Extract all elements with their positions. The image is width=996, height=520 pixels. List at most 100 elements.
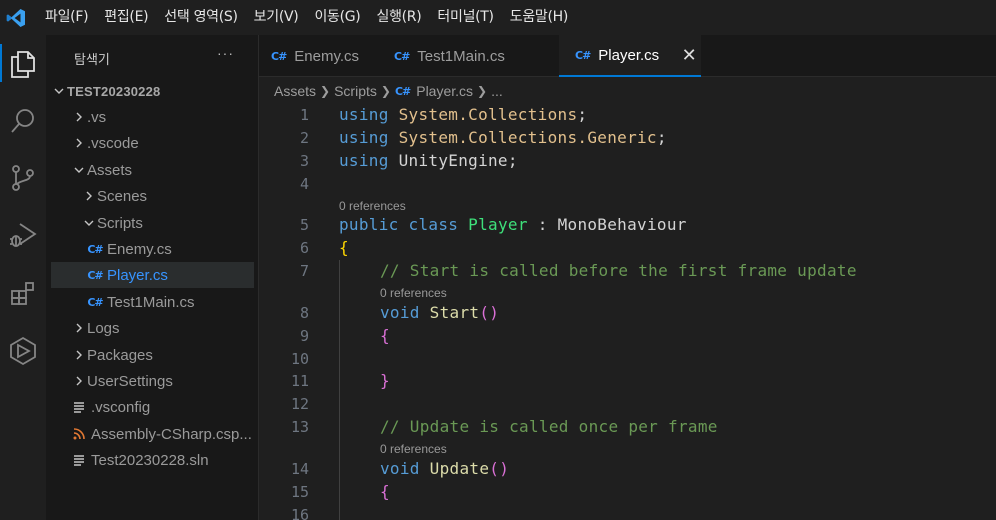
menu-terminal[interactable]: 터미널(T) bbox=[429, 0, 501, 35]
tree-label: .vs bbox=[87, 108, 107, 126]
indent-guide bbox=[339, 260, 340, 520]
tree-file-vsconfig[interactable]: .vsconfig bbox=[51, 394, 254, 420]
run-debug-icon[interactable] bbox=[5, 217, 41, 253]
close-icon[interactable]: ✕ bbox=[679, 45, 699, 66]
codelens-references[interactable]: 0 references bbox=[380, 442, 447, 456]
csharp-file-icon: C# bbox=[575, 48, 591, 62]
chevron-right-icon bbox=[71, 373, 87, 389]
keyword: using bbox=[339, 151, 389, 170]
source-control-icon[interactable] bbox=[5, 160, 41, 196]
code-line: { bbox=[380, 326, 390, 345]
csharp-file-icon: C# bbox=[271, 49, 287, 63]
chevron-down-icon bbox=[81, 215, 97, 231]
tree-file-sln[interactable]: Test20230228.sln bbox=[51, 447, 254, 473]
explorer-icon[interactable] bbox=[5, 46, 41, 82]
keyword: class bbox=[408, 215, 459, 234]
rss-file-icon bbox=[71, 426, 87, 442]
extensions-icon[interactable] bbox=[5, 274, 41, 310]
tree-folder-logs[interactable]: Logs bbox=[51, 315, 254, 341]
tree-folder-packages[interactable]: Packages bbox=[51, 342, 254, 368]
tree-file-test1main[interactable]: C# Test1Main.cs bbox=[51, 289, 254, 315]
code-line: { bbox=[339, 238, 349, 257]
code-line: void Update() bbox=[380, 459, 509, 478]
tree-folder-vscode[interactable]: .vscode bbox=[51, 130, 254, 156]
punctuation: ; bbox=[507, 151, 518, 170]
function-name: Start bbox=[429, 303, 480, 322]
chevron-right-icon bbox=[71, 109, 87, 125]
line-number: 14 bbox=[290, 460, 309, 478]
menu-bar: 파일(F) 편집(E) 선택 영역(S) 보기(V) 이동(G) 실행(R) 터… bbox=[0, 0, 996, 35]
chevron-right-icon: ❯ bbox=[477, 84, 488, 98]
breadcrumb-item[interactable]: Scripts bbox=[334, 83, 377, 99]
line-number: 5 bbox=[299, 216, 309, 234]
class-name: Player bbox=[468, 215, 528, 234]
tree-folder-usersettings[interactable]: UserSettings bbox=[51, 368, 254, 394]
chevron-right-icon bbox=[71, 320, 87, 336]
line-number: 8 bbox=[299, 304, 309, 322]
tree-label: UserSettings bbox=[87, 372, 173, 390]
base-class: MonoBehaviour bbox=[557, 215, 687, 234]
line-number: 9 bbox=[299, 327, 309, 345]
line-number: 11 bbox=[290, 372, 309, 390]
breadcrumb-item[interactable]: Assets bbox=[274, 83, 316, 99]
menu-edit[interactable]: 편집(E) bbox=[96, 0, 156, 35]
line-number: 12 bbox=[290, 395, 309, 413]
menu-help[interactable]: 도움말(H) bbox=[502, 0, 576, 35]
namespace: System.Collections bbox=[398, 105, 578, 124]
code-comment: // Update is called once per frame bbox=[380, 417, 718, 436]
menu-go[interactable]: 이동(G) bbox=[306, 0, 368, 35]
csharp-file-icon: C# bbox=[394, 49, 410, 63]
tree-label: Test1Main.cs bbox=[107, 293, 195, 311]
csharp-file-icon: C# bbox=[394, 84, 411, 98]
text-file-icon bbox=[71, 452, 87, 468]
tree-label: .vsconfig bbox=[91, 398, 151, 416]
breadcrumb-item[interactable]: Player.cs bbox=[416, 83, 473, 99]
codelens-references[interactable]: 0 references bbox=[339, 199, 406, 213]
chevron-right-icon bbox=[81, 188, 97, 204]
tree-folder-assets[interactable]: Assets bbox=[51, 157, 254, 183]
remote-icon[interactable] bbox=[5, 333, 41, 369]
breadcrumb: Assets ❯ Scripts ❯ C# Player.cs ❯ ... bbox=[274, 80, 503, 102]
chevron-right-icon bbox=[71, 135, 87, 151]
tree-folder-scenes[interactable]: Scenes bbox=[51, 183, 254, 209]
menu-selection[interactable]: 선택 영역(S) bbox=[156, 0, 245, 35]
vscode-logo-icon bbox=[2, 0, 29, 35]
chevron-right-icon: ❯ bbox=[320, 84, 331, 98]
tree-folder-scripts[interactable]: Scripts bbox=[51, 210, 254, 236]
punctuation: ; bbox=[656, 128, 667, 147]
csharp-file-icon: C# bbox=[87, 242, 103, 256]
chevron-down-icon bbox=[51, 83, 67, 99]
chevron-right-icon bbox=[71, 347, 87, 363]
tab-player[interactable]: C# Player.cs ✕ bbox=[559, 35, 701, 77]
workspace-root[interactable]: TEST20230228 bbox=[51, 78, 254, 104]
tree-label: Enemy.cs bbox=[107, 240, 172, 258]
tree-label: Assets bbox=[87, 161, 133, 179]
line-number: 10 bbox=[290, 350, 309, 368]
code-line: } bbox=[380, 371, 390, 390]
code-line: { bbox=[380, 482, 390, 501]
csharp-file-icon: C# bbox=[87, 268, 103, 282]
explorer-title: 탐색기 bbox=[74, 53, 110, 68]
tree-file-enemy[interactable]: C# Enemy.cs bbox=[51, 236, 254, 262]
line-number: 2 bbox=[299, 129, 309, 147]
tab-test1main[interactable]: C# Test1Main.cs bbox=[374, 35, 559, 77]
search-icon[interactable] bbox=[5, 103, 41, 139]
tree-folder-vs[interactable]: .vs bbox=[51, 104, 254, 130]
menu-view[interactable]: 보기(V) bbox=[246, 0, 307, 35]
menu-file[interactable]: 파일(F) bbox=[37, 0, 96, 35]
tree-file-player[interactable]: C# Player.cs bbox=[51, 262, 254, 288]
namespace: System.Collections.Generic bbox=[398, 128, 657, 147]
tab-enemy[interactable]: C# Enemy.cs bbox=[259, 35, 374, 77]
codelens-references[interactable]: 0 references bbox=[380, 286, 447, 300]
text-file-icon bbox=[71, 399, 87, 415]
code-editor[interactable]: 1 2 3 4 5 6 7 8 9 10 11 12 13 14 15 16 u… bbox=[259, 102, 996, 520]
tree-file-csproj[interactable]: Assembly-CSharp.csp... bbox=[51, 421, 254, 447]
activity-bar bbox=[0, 35, 46, 520]
more-actions-icon[interactable]: ··· bbox=[217, 45, 234, 61]
csharp-file-icon: C# bbox=[87, 295, 103, 309]
menu-run[interactable]: 실행(R) bbox=[368, 0, 429, 35]
tree-label: Scenes bbox=[97, 187, 148, 205]
breadcrumb-item[interactable]: ... bbox=[491, 83, 503, 99]
code-line: using System.Collections.Generic; bbox=[339, 128, 667, 147]
line-number: 15 bbox=[290, 483, 309, 501]
